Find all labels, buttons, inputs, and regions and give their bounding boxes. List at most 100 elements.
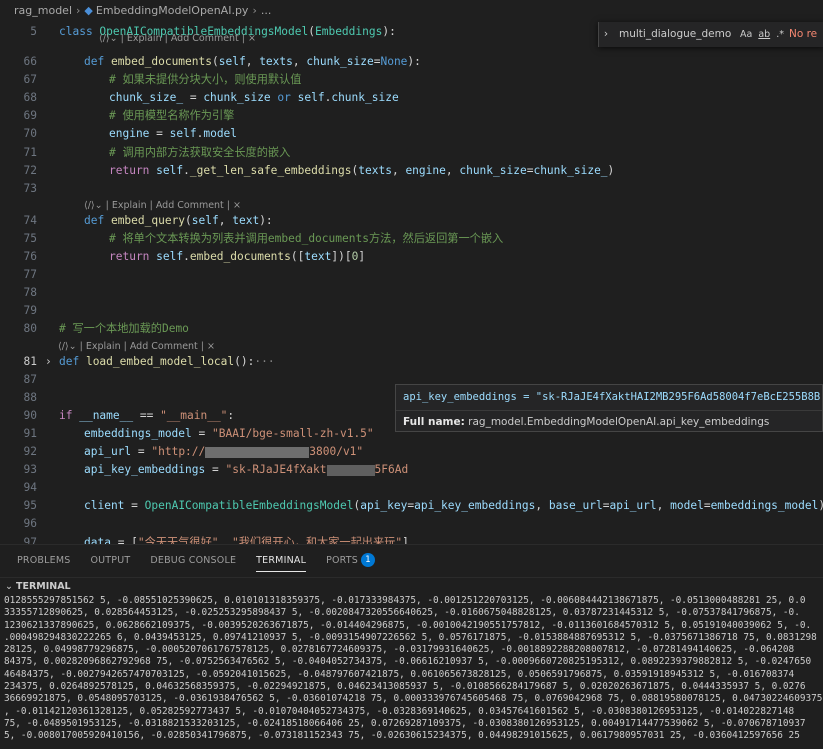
code-token: , xyxy=(656,499,671,513)
code-line-90[interactable]: 90 if __name__ == "__main__": xyxy=(0,406,235,425)
breadcrumb-file[interactable]: EmbeddingModelOpenAI.py xyxy=(96,4,249,17)
code-line-79[interactable]: 79 xyxy=(0,301,45,320)
code-token: def xyxy=(59,354,86,368)
code-line-66[interactable]: 66 def embed_documents(self, texts, chun… xyxy=(0,52,421,71)
code-token: self xyxy=(218,55,246,68)
code-line-88[interactable]: 88 xyxy=(0,388,45,407)
code-line-91[interactable]: 91 embeddings_model = "BAAI/bge-small-zh… xyxy=(0,424,374,443)
codelens-icon: ⟨/⟩⌄ xyxy=(99,34,121,44)
code-line-78[interactable]: 78 xyxy=(0,283,45,302)
code-line-71[interactable]: 71 # 调用内部方法获取安全长度的嵌入 xyxy=(0,143,291,162)
code-token: self xyxy=(191,213,219,227)
code-token: "sk-RJaJE4fXakt xyxy=(225,463,327,477)
code-token: __name__ xyxy=(79,408,134,422)
code-line-97[interactable]: 97 data = ["今天天气很好", "我们很开心，和大家一起出来玩"] xyxy=(0,533,409,545)
code-line-87[interactable]: 87 xyxy=(0,370,45,389)
regex-toggle[interactable]: .* xyxy=(776,22,784,47)
line-number: 80 xyxy=(23,322,37,336)
find-input[interactable]: multi_dialogue_demo xyxy=(613,22,737,47)
code-token: if xyxy=(59,408,80,422)
breadcrumb: rag_model › ◆ EmbeddingModelOpenAI.py ›... xyxy=(0,0,823,22)
breadcrumb-rest[interactable]: ... xyxy=(261,4,272,17)
code-token: , xyxy=(535,499,549,513)
code-token: chunk_size xyxy=(331,91,399,105)
chevron-right-icon[interactable]: › xyxy=(599,22,613,47)
line-number: 79 xyxy=(23,304,37,318)
line-number: 88 xyxy=(23,390,37,404)
code-editor[interactable]: 5 class OpenAICompatibleEmbeddingsModel (… xyxy=(0,22,823,544)
code-line-80[interactable]: 80 # 写一个本地加载的Demo xyxy=(0,319,189,338)
code-token: def xyxy=(84,55,111,68)
code-line-81[interactable]: 81 › def load_embed_model_local():··· xyxy=(0,352,275,371)
tab-terminal[interactable]: TERMINAL xyxy=(256,550,306,572)
tab-debug-console[interactable]: DEBUG CONSOLE xyxy=(150,550,236,572)
match-case-toggle[interactable]: Aa xyxy=(740,22,752,47)
code-token: texts xyxy=(358,163,392,177)
code-token: self xyxy=(156,163,184,177)
breadcrumb-folder[interactable]: rag_model xyxy=(14,4,72,17)
code-token: "http:// xyxy=(151,445,206,458)
code-token: , xyxy=(292,55,307,68)
chevron-right-icon: › xyxy=(252,4,257,17)
chevron-down-icon[interactable]: ⌄ xyxy=(5,578,13,596)
line-number: 72 xyxy=(23,163,37,177)
code-comment: # 写一个本地加载的Demo xyxy=(59,322,189,336)
folded-ellipsis[interactable]: ··· xyxy=(254,355,274,368)
code-line-93[interactable]: 93 api_key_embeddings = "sk-RJaJE4fXakt 5… xyxy=(0,460,409,479)
code-token: data xyxy=(84,535,111,545)
code-line-94[interactable]: 94 xyxy=(0,478,45,497)
code-token: text xyxy=(304,250,332,263)
line-number: 91 xyxy=(23,426,37,440)
whole-word-toggle[interactable]: ab xyxy=(758,22,770,47)
code-token: Embeddings xyxy=(314,25,383,38)
code-token: self xyxy=(169,127,197,141)
tab-output[interactable]: OUTPUT xyxy=(90,550,130,572)
code-line-77[interactable]: 77 xyxy=(0,265,45,284)
line-number: 73 xyxy=(23,181,37,195)
code-line-75[interactable]: 75 # 将单个文本转换为列表并调用embed_documents方法，然后返回… xyxy=(0,229,504,248)
code-token: return xyxy=(109,163,157,177)
code-token: (): xyxy=(234,354,255,368)
code-line-67[interactable]: 67 # 如果未提供分块大小，则使用默认值 xyxy=(0,70,302,89)
code-line-73[interactable]: 73 xyxy=(0,179,45,198)
code-token: . xyxy=(183,250,190,263)
code-token: = [ xyxy=(110,535,138,545)
code-token: chunk_size xyxy=(203,91,271,105)
code-token: ] xyxy=(402,535,409,545)
code-token: None xyxy=(380,55,408,68)
code-token: ( xyxy=(185,213,192,227)
code-line-68[interactable]: 68 chunk_size_ = chunk_size or self.chun… xyxy=(0,88,399,107)
line-number: 81 xyxy=(23,354,37,368)
codelens-text[interactable]: | Explain | Add Comment | × xyxy=(80,341,215,352)
line-number: 76 xyxy=(23,250,37,263)
terminal-output[interactable]: 0128555297851562 5, -0.08551025390625, 0… xyxy=(0,595,823,749)
codelens-text[interactable]: | Explain | Add Comment | × xyxy=(106,200,241,211)
tab-ports[interactable]: PORTS 1 xyxy=(326,550,376,572)
terminal-section-label: TERMINAL xyxy=(15,581,71,592)
code-token: client xyxy=(84,499,125,513)
code-token: model xyxy=(203,127,238,141)
code-line-95[interactable]: 95 client = OpenAICompatibleEmbeddingsMo… xyxy=(0,496,823,515)
terminal-line: 84375, 0.00282096862792968 75, -0.075256… xyxy=(4,656,812,668)
codelens-text[interactable]: | Explain | Add Comment | × xyxy=(121,34,256,44)
code-line-74[interactable]: 74 def embed_query(self, text): xyxy=(0,211,273,230)
code-token: engine xyxy=(405,163,446,177)
code-token: api_key_embeddings xyxy=(414,499,536,513)
code-line-76[interactable]: 76 return self.embed_documents([text])[0… xyxy=(0,247,366,266)
find-widget[interactable]: › multi_dialogue_demo Aa ab .* No re xyxy=(598,22,823,47)
line-number: 94 xyxy=(23,481,37,495)
code-line-70[interactable]: 70 engine = self.model xyxy=(0,124,238,143)
line-number: 87 xyxy=(23,372,37,386)
code-line-96[interactable]: 96 xyxy=(0,514,45,533)
chevron-right-icon[interactable]: › xyxy=(45,352,55,371)
code-line-69[interactable]: 69 # 使用模型名称作为引擎 xyxy=(0,106,235,125)
codelens-actions[interactable]: ⟨/⟩⌄ | Explain | Add Comment | × xyxy=(99,34,256,44)
code-line-92[interactable]: 92 api_url = "http:// 3800/v1" xyxy=(0,442,364,461)
code-token: ] xyxy=(358,250,366,263)
tab-problems[interactable]: PROBLEMS xyxy=(17,550,70,572)
python-file-icon: ◆ xyxy=(84,4,93,17)
line-number: 90 xyxy=(23,408,37,422)
terminal-section-header[interactable]: ⌄ TERMINAL xyxy=(0,577,823,596)
code-token: = xyxy=(149,127,170,141)
code-line-72[interactable]: 72 return self._get_len_safe_embeddings(… xyxy=(0,161,615,180)
